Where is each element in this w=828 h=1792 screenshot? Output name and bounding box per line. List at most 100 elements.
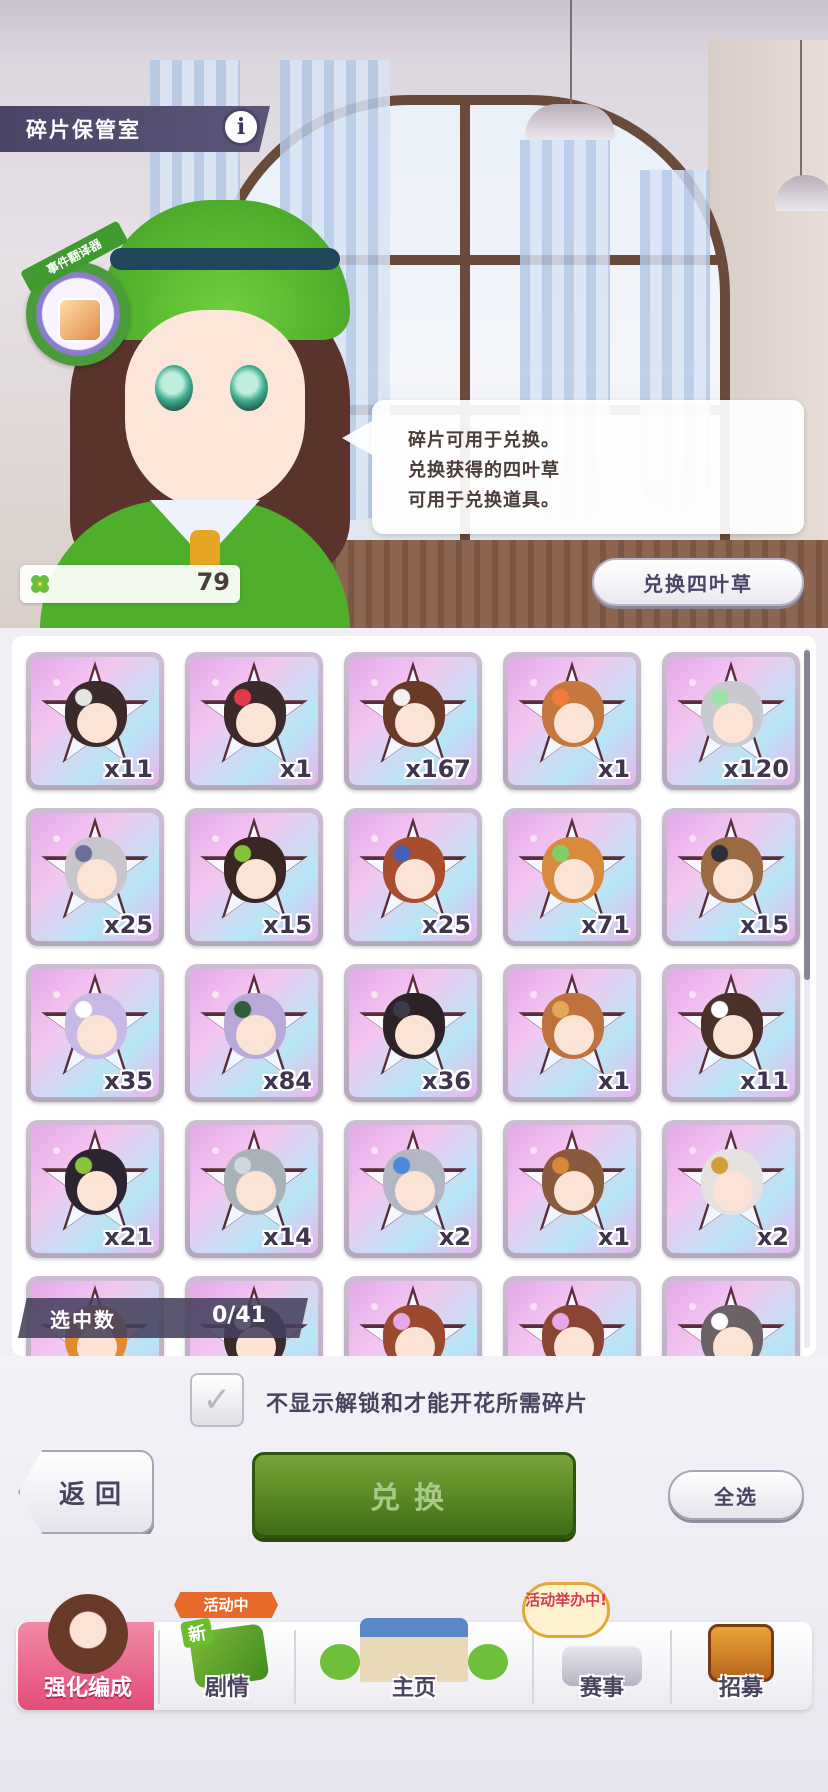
shard-card[interactable]: x25	[344, 808, 482, 946]
shard-card-inner: x15	[667, 813, 795, 941]
back-button[interactable]: 返回	[18, 1450, 154, 1534]
character-eye-left	[155, 365, 193, 411]
shard-card[interactable]: x35	[26, 964, 164, 1102]
shard-grid-panel[interactable]: x11 x1 x167 x1 x120 x25 x15 x25 x71 x15 x35 x84 x36 x…	[12, 636, 816, 1356]
character-hat-band	[110, 248, 340, 270]
shard-card-inner: x120	[667, 657, 795, 785]
character-eye-right	[230, 365, 268, 411]
shard-card[interactable]: x84	[185, 964, 323, 1102]
nav-enhance-character-icon	[48, 1594, 128, 1674]
shard-card[interactable]	[662, 1276, 800, 1356]
selected-count-value: 0/41	[212, 1303, 266, 1328]
shard-card-inner	[349, 1281, 477, 1356]
shard-count: x21	[104, 1223, 153, 1251]
character-portrait-face	[713, 1015, 753, 1055]
shard-count: x1	[597, 1067, 630, 1095]
character-portrait-face	[554, 1015, 594, 1055]
shard-card-inner: x15	[190, 813, 318, 941]
nav-label: 赛事	[579, 1676, 624, 1701]
shard-card[interactable]: x1	[503, 1120, 641, 1258]
shard-card[interactable]: x71	[503, 808, 641, 946]
shard-card-inner: x14	[190, 1125, 318, 1253]
shard-card-inner: x1	[508, 1125, 636, 1253]
shard-card[interactable]: x11	[26, 652, 164, 790]
nav-item-enhance[interactable]: 强化编成	[18, 1594, 158, 1710]
character-portrait-face	[713, 1171, 753, 1211]
shard-card[interactable]: x21	[26, 1120, 164, 1258]
nav-label: 招募	[718, 1676, 763, 1701]
shard-count: x11	[104, 755, 153, 783]
shard-count: x15	[263, 911, 312, 939]
character-portrait-face	[77, 703, 117, 743]
speech-line-2: 兑换获得的四叶草	[408, 460, 560, 481]
select-all-button[interactable]: 全选	[668, 1470, 804, 1520]
bottom-controls	[0, 1356, 828, 1792]
shard-count: x1	[597, 755, 630, 783]
shard-count: x11	[740, 1067, 789, 1095]
shard-count: x14	[263, 1223, 312, 1251]
selected-count-label: 选中数	[50, 1308, 116, 1332]
exchange-button[interactable]: 兑换	[252, 1452, 576, 1538]
shard-card[interactable]: x25	[26, 808, 164, 946]
shard-card[interactable]: x14	[185, 1120, 323, 1258]
shard-card[interactable]: x2	[344, 1120, 482, 1258]
shard-card-inner	[667, 1281, 795, 1356]
shard-card-inner: x71	[508, 813, 636, 941]
nav-label: 主页	[391, 1676, 436, 1701]
character-portrait-face	[77, 1171, 117, 1211]
nav-label: 剧情	[204, 1676, 249, 1701]
hide-required-shards-checkbox[interactable]: ✓	[190, 1373, 244, 1427]
character-portrait-face	[713, 859, 753, 899]
character-portrait-face	[236, 859, 276, 899]
shard-card-inner: x1	[190, 657, 318, 785]
character-portrait-face	[77, 859, 117, 899]
shard-card[interactable]: x120	[662, 652, 800, 790]
page-title: 碎片保管室	[26, 118, 141, 142]
shard-count: x15	[740, 911, 789, 939]
shard-card-inner: x21	[31, 1125, 159, 1253]
nav-item-recruit[interactable]: 招募	[672, 1594, 810, 1710]
character-portrait-face	[236, 1171, 276, 1211]
character-tie	[190, 530, 220, 570]
exchange-clover-button[interactable]: 兑换四叶草	[592, 558, 804, 606]
shard-count: x71	[581, 911, 630, 939]
shard-card[interactable]: x36	[344, 964, 482, 1102]
lamp-cord	[570, 0, 572, 110]
nav-label: 强化编成	[43, 1676, 132, 1701]
lamp-shade	[525, 104, 615, 140]
shard-card-inner: x35	[31, 969, 159, 1097]
shard-card-inner: x11	[667, 969, 795, 1097]
shard-card[interactable]: x11	[662, 964, 800, 1102]
character-portrait-face	[554, 859, 594, 899]
shard-card[interactable]: x2	[662, 1120, 800, 1258]
shard-card-inner: x1	[508, 969, 636, 1097]
shard-card[interactable]: x15	[662, 808, 800, 946]
shard-card[interactable]: x1	[503, 652, 641, 790]
speech-line-1: 碎片可用于兑换。	[408, 430, 560, 451]
shard-card[interactable]: x15	[185, 808, 323, 946]
shard-card-inner: x167	[349, 657, 477, 785]
character-portrait-face	[554, 1171, 594, 1211]
event-live-tag: 活动举办中!	[522, 1582, 610, 1638]
shard-card[interactable]	[503, 1276, 641, 1356]
event-active-tag: 活动中	[174, 1592, 278, 1618]
speech-line-3: 可用于兑换道具。	[408, 490, 560, 511]
speech-bubble: 碎片可用于兑换。 兑换获得的四叶草 可用于兑换道具。	[342, 400, 804, 534]
shard-count: x84	[263, 1067, 312, 1095]
shard-card[interactable]: x167	[344, 652, 482, 790]
shard-card-inner: x2	[349, 1125, 477, 1253]
character-portrait-face	[554, 703, 594, 743]
info-icon[interactable]: i	[222, 108, 260, 146]
character-portrait-face	[395, 703, 435, 743]
scrollbar-thumb[interactable]	[804, 650, 810, 980]
nav-item-home[interactable]: 主页	[296, 1594, 532, 1710]
new-tag: 新	[179, 1617, 215, 1649]
shard-card[interactable]: x1	[503, 964, 641, 1102]
shard-count: x25	[104, 911, 153, 939]
shard-count: x35	[104, 1067, 153, 1095]
shard-card[interactable]: x1	[185, 652, 323, 790]
character-portrait-face	[713, 703, 753, 743]
shard-card-inner: x36	[349, 969, 477, 1097]
shard-card[interactable]	[344, 1276, 482, 1356]
clover-count: 79	[196, 568, 230, 596]
